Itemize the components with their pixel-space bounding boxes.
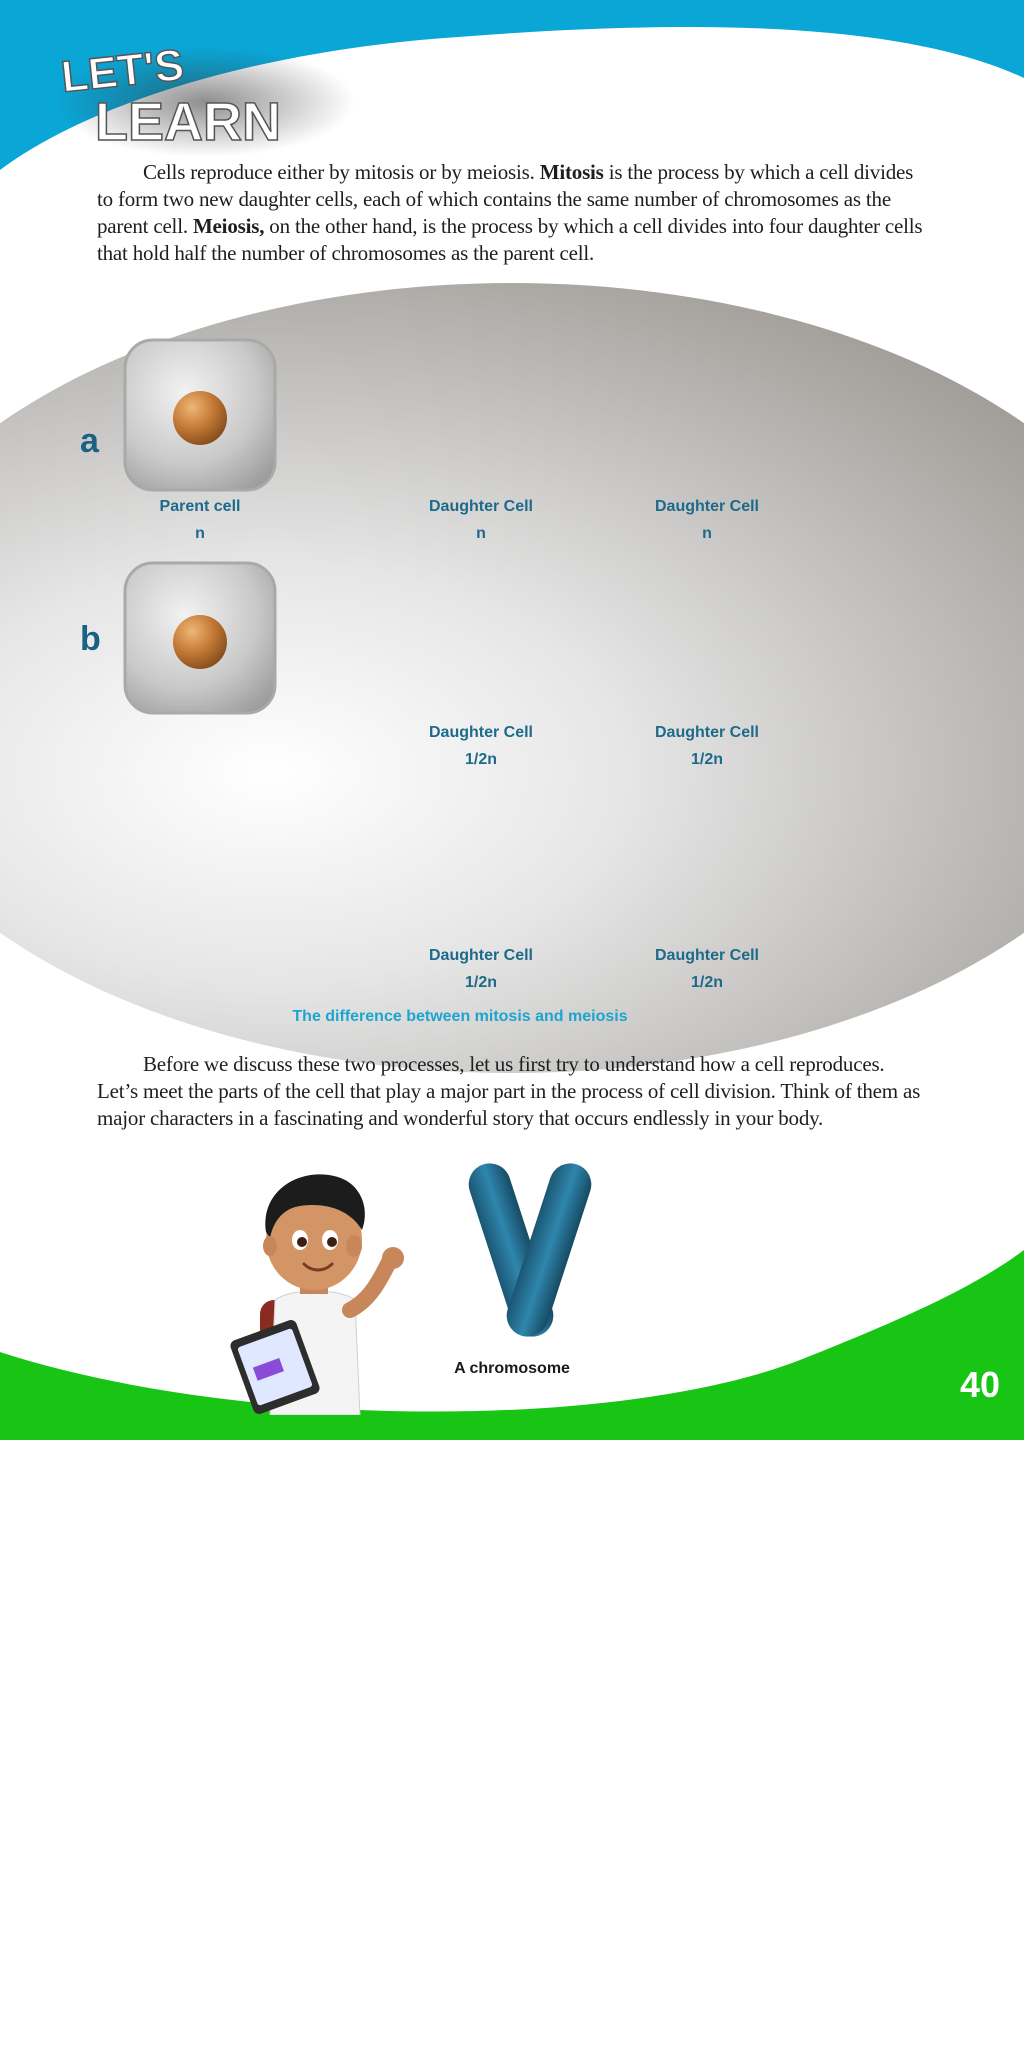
svg-text:LEARN: LEARN	[95, 92, 281, 152]
daughter-cell-label-b1: Daughter Cell 1/2n	[428, 724, 533, 768]
daughter-cell-label-b3: Daughter Cell 1/2n	[428, 947, 533, 991]
chromosome-illustration	[468, 1163, 592, 1337]
daughter-cell-label-b2: Daughter Cell 1/2n	[654, 724, 759, 768]
parent-cell-label: Parent cell n	[159, 498, 241, 542]
row-b-letter: b	[80, 620, 101, 658]
chromosome-caption: A chromosome	[454, 1360, 570, 1377]
student-character-illustration	[230, 1174, 404, 1415]
meiosis-term: Meiosis,	[192, 214, 265, 238]
daughter-cell-label-a1: Daughter Cell n	[428, 498, 533, 542]
lets-learn-logo: LET'S LEARN	[55, 40, 355, 157]
parent-cell-a-illustration	[123, 338, 277, 492]
daughter-cell-label-a2: Daughter Cell n	[654, 498, 759, 542]
page-number: 40	[959, 1364, 1000, 1405]
row-a-letter: a	[80, 422, 99, 460]
mitosis-term: Mitosis	[539, 160, 604, 184]
daughter-cell-label-b4: Daughter Cell 1/2n	[654, 947, 759, 991]
diagram-caption: The difference between mitosis and meios…	[292, 1008, 628, 1025]
parent-cell-b-illustration	[123, 561, 277, 715]
textbook-page: LET'S LEARN Cells reproduce either by mi…	[0, 0, 1024, 1440]
story-paragraph: Before we discuss these two processes, l…	[97, 1052, 921, 1130]
intro-paragraph: Cells reproduce either by mitosis or by …	[97, 160, 923, 265]
